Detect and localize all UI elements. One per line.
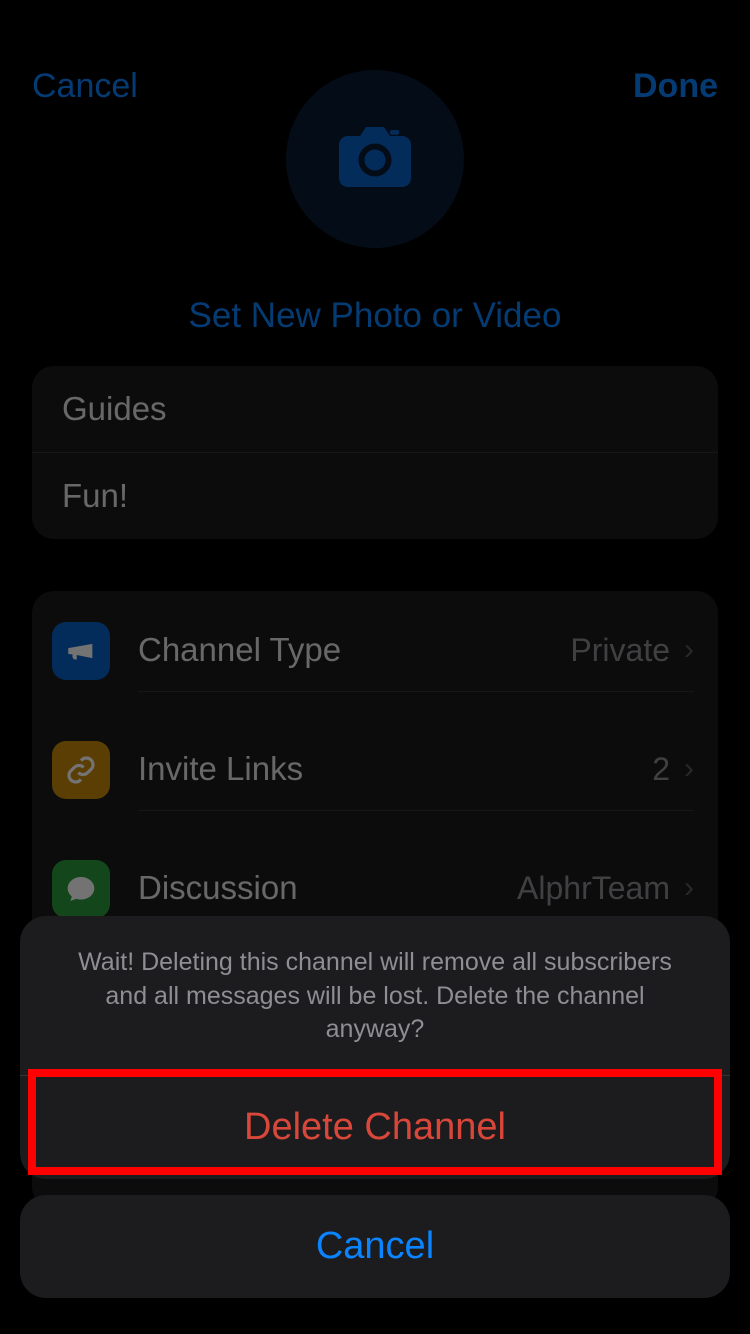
setting-value: 2 (652, 751, 670, 788)
setting-label: Invite Links (138, 750, 652, 788)
channel-name-field[interactable]: Guides (32, 366, 718, 453)
delete-action-sheet: Wait! Deleting this channel will remove … (20, 916, 730, 1314)
chat-icon (52, 860, 110, 918)
channel-description-field[interactable]: Fun! (32, 453, 718, 539)
setting-value: AlphrTeam (517, 870, 670, 907)
done-button[interactable]: Done (633, 67, 718, 106)
sheet-main-group: Wait! Deleting this channel will remove … (20, 916, 730, 1179)
setting-label: Channel Type (138, 631, 570, 669)
info-card: Guides Fun! (32, 366, 718, 539)
cancel-button[interactable]: Cancel (32, 67, 138, 106)
sheet-cancel-group: Cancel (20, 1195, 730, 1298)
megaphone-icon (52, 622, 110, 680)
setting-label: Discussion (138, 869, 517, 907)
chevron-right-icon: › (684, 752, 694, 786)
sheet-warning-text: Wait! Deleting this channel will remove … (20, 916, 730, 1076)
invite-links-row[interactable]: Invite Links 2 › (32, 710, 718, 829)
camera-icon (337, 127, 413, 192)
set-photo-button[interactable]: Set New Photo or Video (189, 296, 562, 336)
link-icon (52, 741, 110, 799)
delete-channel-button[interactable]: Delete Channel (20, 1076, 730, 1179)
avatar-section: Set New Photo or Video (0, 120, 750, 336)
chevron-right-icon: › (684, 871, 694, 905)
sheet-cancel-button[interactable]: Cancel (20, 1195, 730, 1298)
chevron-right-icon: › (684, 633, 694, 667)
setting-value: Private (570, 632, 670, 669)
avatar-placeholder[interactable] (286, 70, 464, 248)
channel-type-row[interactable]: Channel Type Private › (32, 591, 718, 710)
